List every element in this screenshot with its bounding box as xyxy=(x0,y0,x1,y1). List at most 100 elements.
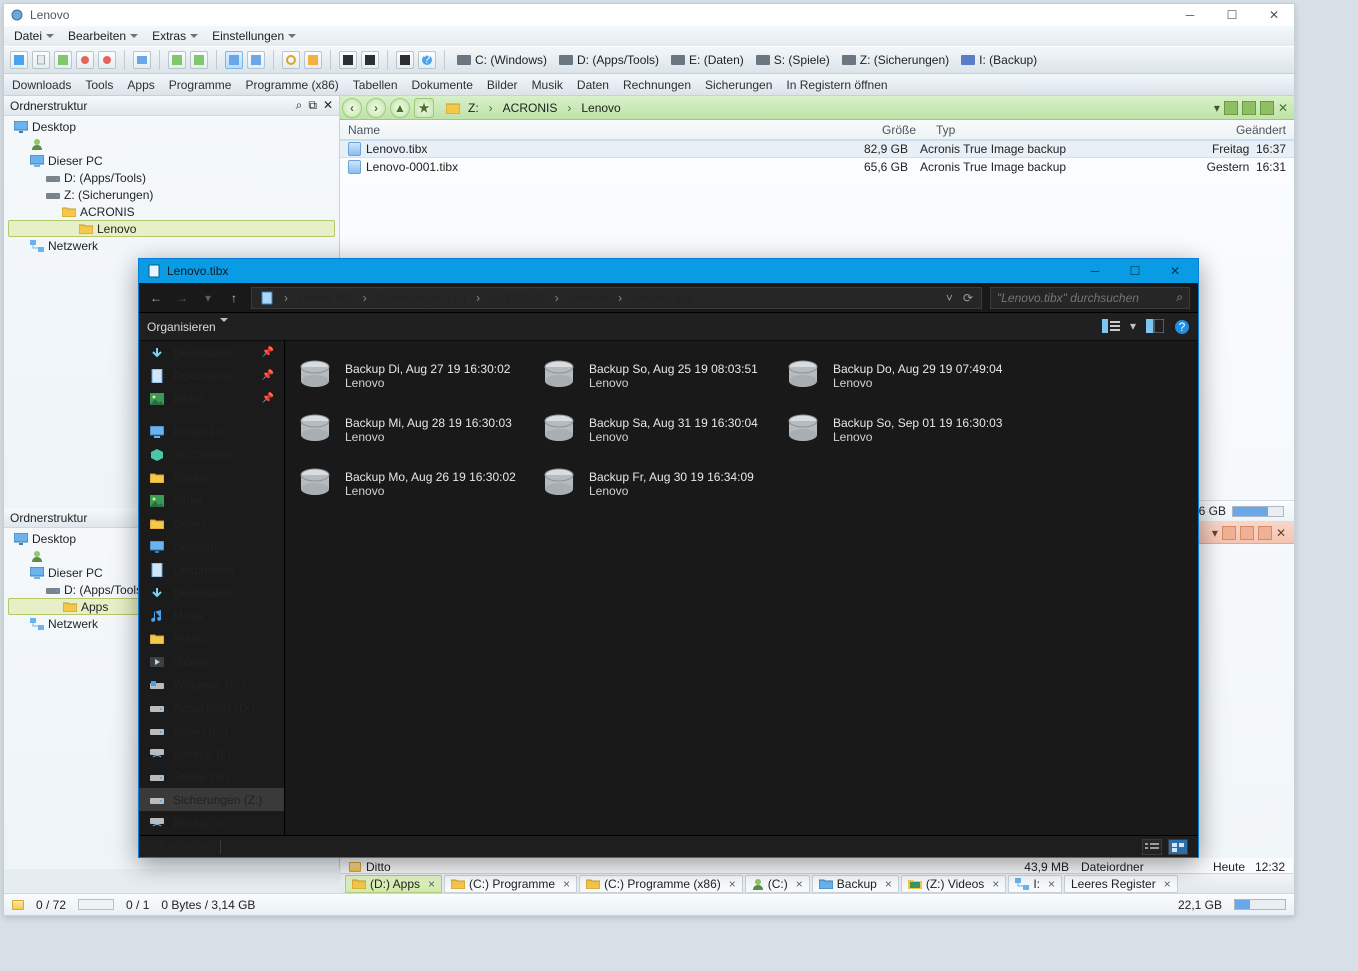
link-tools[interactable]: Tools xyxy=(85,78,113,92)
search-icon[interactable]: ⌕ xyxy=(1176,290,1183,305)
tool-icon[interactable] xyxy=(247,51,265,69)
tool-icon[interactable] xyxy=(190,51,208,69)
col-type[interactable]: Typ xyxy=(924,123,1168,137)
tool-icon[interactable] xyxy=(133,51,151,69)
backup-tile[interactable]: Backup Do, Aug 29 19 07:49:04Lenovo xyxy=(783,351,1023,401)
tab-close-icon[interactable]: × xyxy=(563,877,570,891)
sidebar-item[interactable]: Dokumente📌 xyxy=(139,364,284,387)
chevron-down-icon[interactable]: ▾ xyxy=(1130,319,1136,335)
tool-icon[interactable] xyxy=(76,51,94,69)
maximize-button[interactable]: ☐ xyxy=(1218,8,1246,22)
drive-e[interactable]: E: (Daten) xyxy=(667,52,748,68)
explorer-breadcrumb[interactable]: › Dieser PC› Sicherungen (Z:)› ACRONIS› … xyxy=(251,287,982,309)
col-name[interactable]: Name xyxy=(348,123,848,137)
strip-btn[interactable] xyxy=(1240,526,1254,540)
crumb-acronis[interactable]: ACRONIS xyxy=(503,101,558,115)
tab[interactable]: Leeres Register× xyxy=(1064,875,1178,893)
drive-z[interactable]: Z: (Sicherungen) xyxy=(838,52,953,68)
close-icon[interactable]: ✕ xyxy=(1278,101,1288,115)
close-icon[interactable]: ✕ xyxy=(323,98,333,113)
drive-d[interactable]: D: (Apps/Tools) xyxy=(555,52,663,68)
menu-einstellungen[interactable]: Einstellungen xyxy=(212,29,296,43)
link-programme[interactable]: Programme xyxy=(169,78,232,92)
maximize-button[interactable]: ☐ xyxy=(1120,264,1150,278)
close-button[interactable]: ✕ xyxy=(1160,264,1190,278)
tool-icon[interactable] xyxy=(304,51,322,69)
tree-node[interactable]: Desktop xyxy=(8,118,335,135)
link-in-registern[interactable]: In Registern öffnen xyxy=(786,78,887,92)
sidebar-item[interactable]: Backup (I:) xyxy=(139,742,284,765)
nav-back-icon[interactable]: ‹ xyxy=(342,98,362,118)
nav-forward-icon[interactable]: › xyxy=(366,98,386,118)
sidebar-item[interactable]: Dokumente xyxy=(139,558,284,581)
tool-icon[interactable] xyxy=(10,51,28,69)
explorer-search[interactable]: ⌕ xyxy=(990,287,1190,309)
sidebar-item[interactable]: Windows (C:) xyxy=(139,673,284,696)
undock-icon[interactable]: ⧉ xyxy=(308,98,317,113)
link-apps[interactable]: Apps xyxy=(127,78,154,92)
search-input[interactable] xyxy=(997,291,1170,305)
tree-node[interactable]: Z: (Sicherungen) xyxy=(8,186,335,203)
sidebar-item[interactable]: Daten (E:) xyxy=(139,719,284,742)
sidebar-item[interactable]: 3D-Objekte xyxy=(139,443,284,466)
minimize-button[interactable]: ─ xyxy=(1080,264,1110,278)
menu-extras[interactable]: Extras xyxy=(152,29,198,43)
backup-tile[interactable]: Backup So, Aug 25 19 08:03:51Lenovo xyxy=(539,351,779,401)
tool-icon[interactable] xyxy=(361,51,379,69)
drive-s[interactable]: S: (Spiele) xyxy=(752,52,834,68)
sidebar-item[interactable]: Musik xyxy=(139,604,284,627)
drive-i[interactable]: I: (Backup) xyxy=(957,52,1041,68)
tab-close-icon[interactable]: × xyxy=(1048,877,1055,891)
refresh-icon[interactable]: ⟳ xyxy=(963,291,973,305)
tab-close-icon[interactable]: × xyxy=(885,877,892,891)
backup-tile[interactable]: Backup Sa, Aug 31 19 16:30:04Lenovo xyxy=(539,405,779,455)
sidebar-item[interactable]: Public xyxy=(139,627,284,650)
sidebar-item[interactable]: Apps/Tools (D:) xyxy=(139,696,284,719)
link-rechnungen[interactable]: Rechnungen xyxy=(623,78,691,92)
tool-icon[interactable] xyxy=(339,51,357,69)
bc-btn[interactable] xyxy=(1224,101,1238,115)
dropdown-icon[interactable]: ▾ xyxy=(1214,101,1220,115)
organize-menu[interactable]: Organisieren xyxy=(147,320,228,334)
nav-up-icon[interactable]: ↑ xyxy=(225,289,243,307)
link-tabellen[interactable]: Tabellen xyxy=(353,78,398,92)
tab-close-icon[interactable]: × xyxy=(1164,877,1171,891)
chevron-down-icon[interactable]: ˅ xyxy=(946,291,953,305)
history-icon[interactable]: ▾ xyxy=(199,289,217,307)
tree-node[interactable] xyxy=(8,135,335,152)
backup-tile[interactable]: Backup Fr, Aug 30 19 16:34:09Lenovo xyxy=(539,459,779,509)
nav-up-icon[interactable]: ▲ xyxy=(390,98,410,118)
tab-close-icon[interactable]: × xyxy=(796,877,803,891)
tree-node[interactable]: Netzwerk xyxy=(8,237,335,254)
link-daten[interactable]: Daten xyxy=(577,78,609,92)
tab[interactable]: (C:)× xyxy=(745,875,810,893)
tool-icon[interactable] xyxy=(168,51,186,69)
backup-tile[interactable]: Backup Mi, Aug 28 19 16:30:03Lenovo xyxy=(295,405,535,455)
help-icon[interactable]: ? xyxy=(418,51,436,69)
view-options-icon[interactable] xyxy=(1102,319,1120,333)
tool-icon[interactable] xyxy=(396,51,414,69)
menu-datei[interactable]: Datei xyxy=(14,29,54,43)
sidebar-item[interactable]: Sicherungen (Z:) xyxy=(139,788,284,811)
tab[interactable]: I:× xyxy=(1008,875,1062,893)
sidebar-item[interactable]: Bilder📌 xyxy=(139,387,284,410)
link-downloads[interactable]: Downloads xyxy=(12,78,71,92)
tool-icon[interactable] xyxy=(282,51,300,69)
tool-icon[interactable] xyxy=(32,51,50,69)
title-bar[interactable]: Lenovo ─ ☐ ✕ xyxy=(4,4,1294,26)
help-icon[interactable]: ? xyxy=(1174,319,1190,335)
link-programme-x86[interactable]: Programme (x86) xyxy=(245,78,338,92)
list-row[interactable]: Lenovo-0001.tibx 65,6 GBAcronis True Ima… xyxy=(340,158,1294,176)
nav-back-icon[interactable]: ← xyxy=(147,289,165,307)
tab-close-icon[interactable]: × xyxy=(428,877,435,891)
crumb-z[interactable]: Z: xyxy=(468,101,479,115)
menu-bearbeiten[interactable]: Bearbeiten xyxy=(68,29,138,43)
sidebar-item[interactable]: Dieser PC xyxy=(139,420,284,443)
sidebar-item[interactable]: Backup xyxy=(139,466,284,489)
view-icons-icon[interactable] xyxy=(1168,839,1188,855)
tool-icon[interactable] xyxy=(98,51,116,69)
preview-pane-icon[interactable] xyxy=(1146,319,1164,333)
backup-tile[interactable]: Backup So, Sep 01 19 16:30:03Lenovo xyxy=(783,405,1023,455)
crumb-lenovo[interactable]: Lenovo xyxy=(581,101,620,115)
tree-node[interactable]: ACRONIS xyxy=(8,203,335,220)
